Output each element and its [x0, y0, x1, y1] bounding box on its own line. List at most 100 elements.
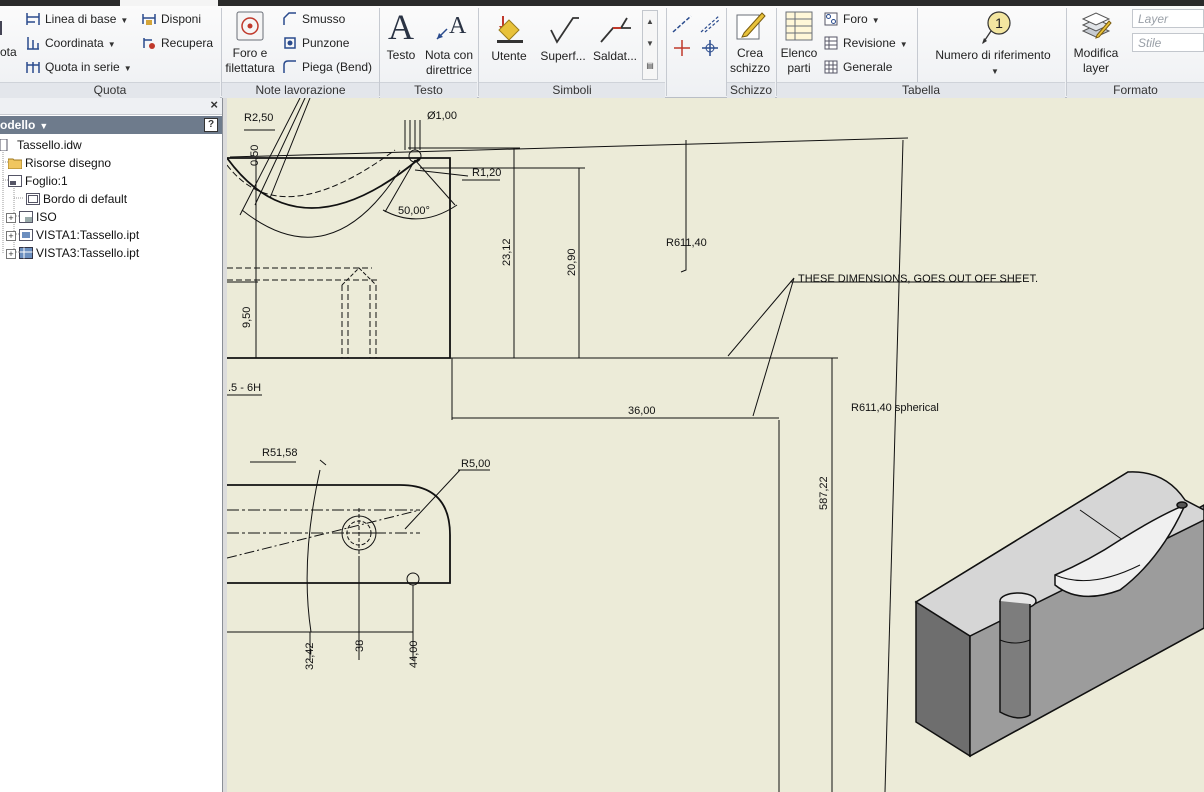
svg-text:A: A [449, 13, 467, 39]
modifica-layer-button[interactable]: Modifica layer [1068, 9, 1124, 76]
balloon-icon: 1 [982, 11, 1011, 44]
tree-item-vista3[interactable]: + VISTA3:Tassello.ipt [6, 244, 139, 262]
dim-v2090: 20,90 [566, 248, 578, 276]
browser-header[interactable]: odello ▼ ? [0, 116, 222, 134]
punzone-label: Punzone [302, 36, 350, 50]
superficie-button[interactable]: Superf... [538, 14, 588, 64]
ordinate-dimension-icon [27, 37, 39, 50]
retrieve-dimension-icon [143, 38, 155, 49]
threaded-hole-hidden [341, 285, 377, 358]
label-underlines [244, 129, 500, 181]
panel-label-simboli: Simboli [479, 82, 665, 98]
linea-di-base-button[interactable]: Linea di base ▼ [26, 9, 128, 29]
tree-item-label: VISTA1:Tassello.ipt [36, 228, 140, 242]
help-icon[interactable]: ? [204, 118, 218, 132]
quota-in-serie-label: Quota in serie [45, 60, 120, 74]
scroll-down-icon[interactable]: ▼ [643, 33, 657, 55]
dim-v3242: 32,42 [304, 642, 316, 670]
hole-tip [341, 267, 377, 286]
quota-tool-cut[interactable] [0, 18, 10, 38]
panel-label-formato: Formato [1067, 82, 1204, 98]
dim-d100: Ø1,00 [427, 110, 457, 122]
view-icon [19, 229, 33, 241]
parts-list-icon [785, 11, 813, 41]
tree-item-sheet[interactable]: Foglio:1 [8, 172, 68, 190]
recupera-button[interactable]: Recupera [142, 33, 213, 53]
dim-v050: 0,50 [249, 145, 261, 166]
dim-r120: R1,20 [472, 167, 501, 179]
quota-button[interactable]: ota [0, 42, 17, 62]
centerlines [227, 509, 420, 534]
chevron-down-icon: ▼ [123, 64, 132, 73]
drawing-sheet: R2,50 Ø1,00 0,50 R1,20 50,00° 23,12 20,9… [227, 98, 1204, 792]
layer-select[interactable]: Layer [1132, 9, 1204, 28]
panel-label-testo: Testo [380, 82, 477, 98]
chamfer-icon [283, 12, 296, 25]
expand-icon[interactable]: ▤ [643, 55, 657, 77]
numero-label: Numero di riferimento [935, 48, 1051, 62]
dim-v4400: 44,00 [408, 640, 420, 668]
chevron-down-icon: ▼ [991, 67, 999, 76]
browser-close-icon[interactable]: × [210, 97, 218, 112]
centerline-icon[interactable] [672, 15, 692, 33]
chevron-down-icon: ▼ [871, 16, 880, 25]
superf-label: Superf... [540, 49, 586, 63]
dim-h3600: 36,00 [628, 405, 656, 417]
tree-item-border[interactable]: Bordo di default [26, 190, 127, 208]
revisione-button[interactable]: Revisione ▼ [824, 33, 908, 53]
note-off-sheet: THESE DIMENSIONS, GOES OUT OFF SHEET. [798, 273, 1038, 285]
radius-dimension-line [680, 140, 687, 273]
groove-arc-inner [241, 169, 401, 238]
numero-di-riferimento-button[interactable]: 1 Numero di riferimento ▼ [922, 9, 1064, 79]
saldatura-button[interactable]: Saldat... [590, 14, 640, 64]
hole-centerlines [334, 508, 384, 560]
tree-item-resources[interactable]: Risorse disegno [8, 154, 111, 172]
testo-button[interactable]: A Testo [383, 9, 419, 63]
tree-item-document[interactable]: Tassello.idw [0, 136, 82, 154]
elenco-parti-button[interactable]: Elenco parti [779, 9, 819, 76]
baseline-dimension-icon [26, 13, 40, 25]
tree-item-vista1[interactable]: + VISTA1:Tassello.ipt [6, 226, 139, 244]
balloon-number: 1 [995, 15, 1003, 31]
drawing-canvas[interactable]: R2,50 Ø1,00 0,50 R1,20 50,00° 23,12 20,9… [227, 98, 1204, 792]
expand-icon[interactable]: + [6, 249, 16, 259]
elenco-label-1: Elenco [780, 46, 818, 60]
linea-di-base-label: Linea di base [45, 12, 117, 26]
punzone-button[interactable]: Punzone [283, 33, 349, 53]
saldat-label: Saldat... [592, 49, 638, 63]
utente-button[interactable]: Utente [484, 14, 534, 64]
chevron-down-icon: ▼ [39, 121, 49, 131]
centered-pattern-icon[interactable] [702, 40, 718, 56]
gallery-scroll[interactable]: ▲ ▼ ▤ [642, 10, 658, 80]
dim-36-lines [451, 358, 780, 792]
modifica-label-1: Modifica [1073, 46, 1119, 60]
expand-icon[interactable]: + [6, 213, 16, 223]
generale-button[interactable]: Generale [824, 57, 892, 77]
testo-label: Testo [386, 48, 416, 62]
foro-filettatura-button[interactable]: Foro e filettatura [224, 9, 276, 76]
coordinata-button[interactable]: Coordinata ▼ [26, 33, 116, 53]
foro-table-button[interactable]: Foro ▼ [824, 9, 880, 29]
title-block-icon [19, 211, 33, 223]
bisector-centerline-icon[interactable] [700, 15, 720, 33]
crea-label-2: schizzo [729, 61, 770, 75]
chevron-down-icon: ▼ [899, 40, 908, 49]
center-mark-icon[interactable] [674, 40, 690, 56]
dim-r500: R5,00 [461, 458, 490, 470]
disponi-label: Disponi [161, 12, 202, 26]
part-outline-lower [227, 484, 451, 584]
scroll-up-icon[interactable]: ▲ [643, 11, 657, 33]
view-icon [19, 247, 33, 259]
disponi-button[interactable]: Disponi [142, 9, 201, 29]
crea-schizzo-button[interactable]: Crea schizzo [729, 9, 771, 76]
nota-con-direttrice-button[interactable]: A Nota con direttrice [421, 9, 477, 78]
expand-icon[interactable]: + [6, 231, 16, 241]
tree-item-iso[interactable]: + ISO [6, 208, 57, 226]
piega-button[interactable]: Piega (Bend) [283, 57, 372, 77]
sheet-icon [8, 175, 22, 187]
quota-in-serie-button[interactable]: Quota in serie ▼ [26, 57, 132, 77]
revisione-label: Revisione [843, 36, 896, 50]
panel-label-note: Note lavorazione [222, 82, 379, 98]
style-select[interactable]: Stile [1132, 33, 1204, 52]
smusso-button[interactable]: Smusso [283, 9, 345, 29]
